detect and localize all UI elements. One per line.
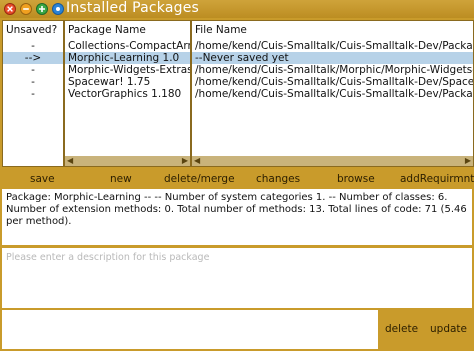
list-item[interactable]: Morphic-Learning 1.0 xyxy=(65,52,190,64)
browse-button[interactable]: browse xyxy=(337,173,375,185)
list-item[interactable]: /home/kend/Cuis-Smalltalk/Cuis-Smalltalk… xyxy=(195,40,473,52)
horizontal-scrollbar[interactable]: ◀ ▶ xyxy=(65,156,190,166)
scroll-left-icon[interactable]: ◀ xyxy=(67,156,73,166)
new-button[interactable]: new xyxy=(110,173,132,185)
delete-merge-button[interactable]: delete/merge xyxy=(164,173,235,185)
list-item[interactable]: /home/kend/Cuis-Smalltalk/Morphic/Morphi… xyxy=(195,64,473,76)
list-item[interactable]: Morphic-Widgets-Extras 1 xyxy=(68,64,190,76)
file-name-header: File Name xyxy=(195,24,247,36)
package-list[interactable]: Package Name Collections-CompactArray Mo… xyxy=(64,20,191,167)
list-item[interactable]: --Never saved yet xyxy=(192,52,473,64)
description-placeholder: Please enter a description for this pack… xyxy=(6,252,210,263)
list-item[interactable]: - xyxy=(3,40,63,52)
scroll-left-icon[interactable]: ◀ xyxy=(194,156,200,166)
scroll-right-icon[interactable]: ▶ xyxy=(465,156,471,166)
maximize-icon[interactable] xyxy=(52,3,64,15)
scroll-right-icon[interactable]: ▶ xyxy=(182,156,188,166)
installed-packages-window: Installed Packages Unsaved? - --> - - - … xyxy=(0,0,474,351)
list-item[interactable]: /home/kend/Cuis-Smalltalk/Cuis-Smalltalk… xyxy=(195,88,473,100)
list-item[interactable]: - xyxy=(3,64,63,76)
list-item[interactable]: - xyxy=(3,88,63,100)
file-list[interactable]: File Name /home/kend/Cuis-Smalltalk/Cuis… xyxy=(191,20,474,167)
close-icon[interactable] xyxy=(4,3,16,15)
title-bar[interactable]: Installed Packages xyxy=(0,0,474,18)
list-item[interactable]: Spacewar! 1.75 xyxy=(68,76,150,88)
minimize-icon[interactable] xyxy=(20,3,32,15)
changes-button[interactable]: changes xyxy=(256,173,300,185)
list-item[interactable]: /home/kend/Cuis-Smalltalk/Cuis-Smalltalk… xyxy=(195,76,473,88)
update-button[interactable]: update xyxy=(430,323,467,335)
package-info-text: Package: Morphic-Learning -- -- Number o… xyxy=(6,192,467,227)
add-requirement-button[interactable]: addRequirmnt xyxy=(400,173,474,185)
description-field[interactable]: Please enter a description for this pack… xyxy=(2,248,472,308)
horizontal-scrollbar[interactable]: ◀ ▶ xyxy=(192,156,473,166)
delete-button[interactable]: delete xyxy=(385,323,418,335)
unsaved-header: Unsaved? xyxy=(6,24,58,36)
package-info-panel: Package: Morphic-Learning -- -- Number o… xyxy=(2,189,472,245)
list-item[interactable]: Collections-CompactArray xyxy=(68,40,190,52)
list-item[interactable]: - xyxy=(3,76,63,88)
unsaved-list[interactable]: Unsaved? - --> - - - xyxy=(2,20,64,167)
window-title: Installed Packages xyxy=(66,0,200,16)
list-item[interactable]: VectorGraphics 1.180 xyxy=(68,88,181,100)
save-button[interactable]: save xyxy=(30,173,55,185)
expand-icon[interactable] xyxy=(36,3,48,15)
package-name-header: Package Name xyxy=(68,24,146,36)
requirements-list[interactable] xyxy=(2,310,378,349)
list-item[interactable]: --> xyxy=(3,52,63,64)
